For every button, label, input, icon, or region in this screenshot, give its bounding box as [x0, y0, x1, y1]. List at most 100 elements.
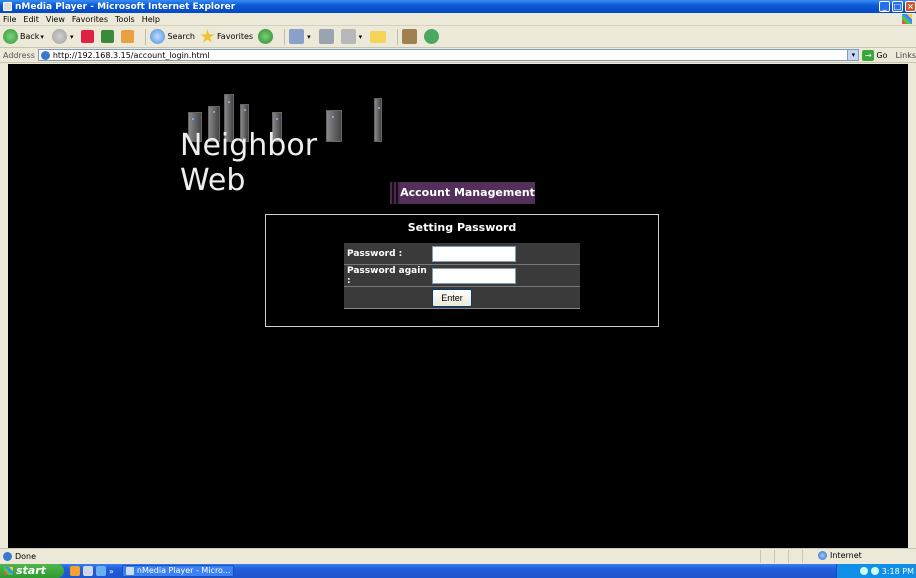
back-label: Back: [20, 32, 40, 41]
edit-button[interactable]: ▾: [340, 29, 366, 44]
quick-launch-icon[interactable]: [83, 566, 93, 576]
security-zone: Internet: [818, 551, 862, 560]
menu-edit[interactable]: Edit: [23, 15, 39, 24]
system-tray: 3:18 PM: [836, 564, 916, 578]
password-again-field[interactable]: [432, 267, 516, 284]
mail-icon: [289, 29, 305, 44]
address-dropdown-icon[interactable]: ▾: [847, 50, 859, 60]
quick-launch: »: [70, 566, 114, 576]
edit-icon: [340, 29, 356, 44]
forward-button[interactable]: ▾: [51, 29, 77, 44]
window-title: nMedia Player - Microsoft Internet Explo…: [15, 1, 236, 12]
edit-dropdown-icon[interactable]: ▾: [359, 33, 363, 41]
form-row-password-again: Password again :: [344, 265, 580, 287]
address-url[interactable]: http://192.168.3.15/account_login.html: [53, 51, 210, 60]
research-button[interactable]: [402, 29, 419, 44]
setting-password-panel: Setting Password Password : Password aga…: [265, 214, 659, 327]
close-button[interactable]: ×: [905, 1, 916, 12]
menu-view[interactable]: View: [46, 15, 65, 24]
content-left-border: [0, 64, 8, 548]
mail-button[interactable]: ▾: [289, 29, 314, 44]
status-bar: Done Internet: [0, 548, 916, 564]
search-icon: [150, 29, 166, 44]
toolbar-separator: [397, 28, 399, 45]
quick-launch-icon[interactable]: [70, 566, 80, 576]
menu-help[interactable]: Help: [142, 15, 160, 24]
quick-launch-chevron-icon[interactable]: »: [109, 567, 114, 576]
back-icon: [3, 29, 18, 44]
menu-favorites[interactable]: Favorites: [72, 15, 108, 24]
forward-icon: [51, 29, 67, 44]
clock: 3:18 PM: [881, 566, 914, 576]
address-input[interactable]: http://192.168.3.15/account_login.html ▾: [37, 49, 860, 61]
forward-dropdown-icon[interactable]: ▾: [70, 33, 74, 41]
quick-launch-icon[interactable]: [96, 566, 106, 576]
search-label: Search: [167, 32, 195, 41]
password-field[interactable]: [432, 245, 516, 262]
tray-icon[interactable]: [870, 567, 879, 575]
account-management-label: Account Management: [400, 182, 535, 204]
start-button[interactable]: start: [0, 564, 64, 578]
go-icon: →: [862, 49, 875, 61]
address-label: Address: [3, 50, 35, 60]
status-text: Done: [15, 552, 37, 561]
go-label: Go: [876, 50, 888, 60]
refresh-button[interactable]: [101, 30, 116, 43]
back-dropdown-icon[interactable]: ▾: [40, 33, 44, 41]
form-row-password: Password :: [344, 243, 580, 265]
password-again-label: Password again :: [347, 265, 427, 286]
tray-icon[interactable]: [859, 567, 868, 575]
favorites-button[interactable]: Favorites: [200, 29, 253, 44]
folder-icon: [370, 30, 387, 43]
home-button[interactable]: [121, 30, 136, 43]
toolbar-separator: [284, 28, 286, 45]
page-content: Neighbor Web Account Management Setting …: [8, 64, 908, 548]
messenger-icon: [424, 29, 440, 44]
neighbor-web-logo: Neighbor Web: [180, 94, 390, 198]
header-stripes: [390, 182, 400, 204]
favorites-label: Favorites: [216, 32, 254, 41]
menu-tools[interactable]: Tools: [115, 15, 135, 24]
status-cells: [760, 550, 816, 563]
ie-icon: [3, 2, 12, 11]
folder-button[interactable]: [370, 30, 388, 43]
back-button[interactable]: Back ▾: [3, 29, 47, 44]
media-icon: [258, 29, 274, 44]
stop-icon: [81, 30, 95, 43]
search-button[interactable]: Search: [150, 29, 195, 44]
globe-icon: [818, 551, 827, 560]
window-title-bar: nMedia Player - Microsoft Internet Explo…: [0, 0, 916, 13]
password-form: Password : Password again : Enter: [344, 243, 580, 309]
menu-file[interactable]: File: [3, 15, 16, 24]
panel-title: Setting Password: [407, 221, 517, 234]
zone-label: Internet: [830, 551, 862, 560]
go-button[interactable]: → Go: [862, 49, 888, 61]
account-management-header: Account Management: [390, 182, 535, 204]
logo-text: Neighbor Web: [180, 128, 318, 198]
toolbar: Back ▾ ▾ Search Favorites ▾ ▾: [0, 26, 916, 48]
content-right-border: [908, 64, 916, 548]
messenger-button[interactable]: [424, 29, 441, 44]
media-button[interactable]: [258, 29, 275, 44]
maximize-button[interactable]: □: [892, 1, 903, 12]
print-button[interactable]: [318, 29, 336, 44]
stop-button[interactable]: [81, 30, 96, 43]
refresh-icon: [101, 30, 115, 43]
enter-button[interactable]: Enter: [432, 288, 472, 307]
password-label: Password :: [347, 248, 403, 259]
form-row-submit: Enter: [344, 287, 580, 309]
mail-dropdown-icon[interactable]: ▾: [307, 33, 311, 41]
window-controls: _ □ ×: [879, 1, 916, 12]
menu-bar: File Edit View Favorites Tools Help: [0, 13, 916, 26]
print-icon: [318, 29, 334, 44]
toolbar-separator: [145, 28, 147, 45]
page-status-icon: [3, 552, 12, 561]
research-icon: [402, 29, 418, 44]
home-icon: [121, 30, 135, 43]
links-button[interactable]: Links: [895, 51, 916, 60]
windows-logo-icon: [902, 14, 912, 24]
taskbar: start » nMedia Player - Micro... 3:18 PM: [0, 564, 916, 578]
taskbar-item-nmedia[interactable]: nMedia Player - Micro...: [121, 565, 234, 577]
minimize-button[interactable]: _: [879, 1, 890, 12]
address-bar: Address http://192.168.3.15/account_logi…: [0, 48, 916, 63]
